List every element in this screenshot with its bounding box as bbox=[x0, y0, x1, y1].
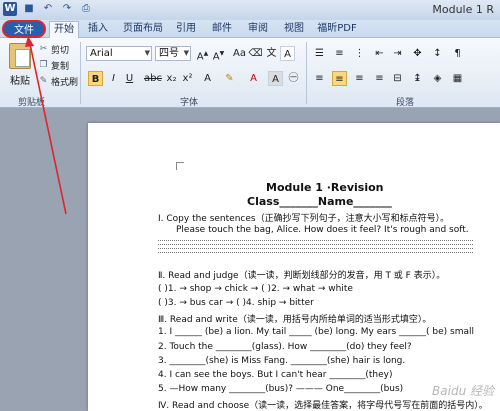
font-size-value: 四号 bbox=[159, 48, 179, 59]
ribbon: 粘贴 ✂ 剪切 ❐ 复制 ✎ 格式刷 剪贴板 Arial ▼ 四号 ▼ A▲ A… bbox=[0, 38, 500, 108]
crop-mark bbox=[176, 162, 184, 170]
doc-section-1-sentence: Please touch the bag, Alice. How does it… bbox=[176, 225, 469, 235]
group-divider bbox=[306, 42, 307, 104]
font-name-value: Arial bbox=[90, 48, 113, 59]
doc-section-3: Ⅲ. Read and write（读一读，用括号内所给单词的适当形式填空）。 bbox=[158, 315, 432, 325]
doc-section-2: Ⅱ. Read and judge（读一读，判断划线部分的发音，用 T 或 F … bbox=[158, 271, 446, 281]
ribbon-tabs: 文件 开始 插入 页面布局 引用 邮件 审阅 视图 福昕PDF bbox=[0, 20, 500, 38]
bold-icon[interactable]: B bbox=[88, 71, 103, 86]
show-marks-icon[interactable]: ¶ bbox=[450, 46, 465, 61]
doc-question-2: 2. Touch the ________(glass). How ______… bbox=[158, 342, 412, 352]
highlight-icon[interactable]: ✎ bbox=[222, 71, 237, 86]
tab-mailings[interactable]: 邮件 bbox=[208, 21, 236, 38]
subscript-icon[interactable]: x₂ bbox=[164, 71, 179, 86]
quick-access-toolbar: W ■ ↶ ↷ ⎙ bbox=[3, 2, 93, 16]
paragraph-group-label: 段落 bbox=[396, 98, 415, 108]
strikethrough-icon[interactable]: abc bbox=[144, 71, 162, 86]
scissors-icon: ✂ bbox=[39, 43, 48, 54]
change-case-icon[interactable]: Aa bbox=[232, 46, 247, 61]
word-logo-icon[interactable]: W bbox=[3, 2, 17, 16]
decrease-indent-icon[interactable]: ⇤ bbox=[372, 46, 387, 61]
watermark: Baidu 经验 bbox=[432, 384, 494, 398]
document-page[interactable] bbox=[88, 123, 500, 411]
doc-question-3: 3. ________(she) is Miss Fang. ________(… bbox=[158, 356, 406, 366]
font-size-select[interactable]: 四号 ▼ bbox=[155, 46, 191, 61]
writing-line bbox=[158, 244, 473, 245]
writing-line bbox=[158, 248, 473, 249]
paste-icon bbox=[9, 43, 31, 69]
phonetic-guide-icon[interactable]: 文 bbox=[264, 46, 279, 61]
sort-icon[interactable]: ↕ bbox=[430, 46, 445, 61]
shrink-font-icon[interactable]: A▼ bbox=[211, 46, 226, 62]
print-icon[interactable]: ⎙ bbox=[79, 2, 93, 16]
doc-question-5: 5. —How many ________(bus)? ——— One_____… bbox=[158, 384, 404, 394]
align-left-icon[interactable]: ≡ bbox=[312, 71, 327, 86]
copy-label: 复制 bbox=[51, 61, 70, 72]
align-right-icon[interactable]: ≡ bbox=[352, 71, 367, 86]
title-bar: W ■ ↶ ↷ ⎙ Module 1 R bbox=[0, 0, 500, 20]
window-title: Module 1 R bbox=[432, 3, 494, 16]
clear-format-icon[interactable]: ⌫ bbox=[248, 46, 263, 61]
tab-insert[interactable]: 插入 bbox=[84, 21, 112, 38]
cut-button[interactable]: ✂ 剪切 bbox=[38, 42, 69, 56]
undo-icon[interactable]: ↶ bbox=[41, 2, 55, 16]
align-center-icon[interactable]: ≡ bbox=[332, 71, 347, 86]
line-spacing-icon[interactable]: ↨ bbox=[410, 71, 425, 86]
shading-icon[interactable]: ◈ bbox=[430, 71, 445, 86]
doc-section-2-row-2: ( )3. → bus car → ( )4. ship → bitter bbox=[158, 298, 314, 308]
grow-font-icon[interactable]: A▲ bbox=[195, 46, 210, 62]
writing-line bbox=[158, 240, 473, 241]
enclose-char-icon[interactable]: ㊀ bbox=[286, 71, 301, 86]
borders-icon[interactable]: ▦ bbox=[450, 71, 465, 86]
tab-home[interactable]: 开始 bbox=[49, 21, 79, 38]
save-icon[interactable]: ■ bbox=[22, 2, 36, 16]
char-border-icon[interactable]: A bbox=[280, 46, 295, 61]
paste-button[interactable]: 粘贴 bbox=[5, 43, 35, 91]
tab-references[interactable]: 引用 bbox=[172, 21, 200, 38]
cut-label: 剪切 bbox=[51, 45, 70, 56]
italic-icon[interactable]: I bbox=[106, 71, 121, 86]
brush-icon: ✎ bbox=[39, 75, 48, 86]
justify-icon[interactable]: ≡ bbox=[372, 71, 387, 86]
chevron-down-icon: ▼ bbox=[183, 49, 189, 57]
copy-icon: ❐ bbox=[39, 59, 48, 70]
format-painter-label: 格式刷 bbox=[51, 77, 79, 88]
doc-section-4: Ⅳ. Read and choose（读一读，选择最佳答案，将字母代号写在前面的… bbox=[158, 401, 488, 411]
underline-icon[interactable]: U bbox=[122, 71, 137, 86]
doc-class-line: Class_______Name_______ bbox=[247, 195, 392, 208]
multilevel-list-icon[interactable]: ⋮ bbox=[352, 46, 367, 61]
tab-view[interactable]: 视图 bbox=[280, 21, 308, 38]
writing-line bbox=[158, 252, 473, 253]
doc-question-1: 1. I ______ (be) a lion. My tail _____ (… bbox=[158, 327, 474, 337]
text-effects-icon[interactable]: A bbox=[200, 71, 215, 86]
paste-label: 粘贴 bbox=[10, 76, 30, 87]
doc-title: Module 1 ·Revision bbox=[266, 181, 384, 194]
redo-icon[interactable]: ↷ bbox=[60, 2, 74, 16]
char-shading-icon[interactable]: A bbox=[268, 71, 283, 86]
format-painter-button[interactable]: ✎ 格式刷 bbox=[38, 74, 78, 88]
clipboard-group-label: 剪贴板 bbox=[18, 98, 46, 108]
copy-button[interactable]: ❐ 复制 bbox=[38, 58, 69, 72]
font-color-icon[interactable]: A bbox=[246, 71, 261, 86]
font-group-label: 字体 bbox=[180, 98, 199, 108]
doc-section-1: Ⅰ. Copy the sentences（正确抄写下列句子，注意大小写和标点符… bbox=[158, 214, 450, 224]
distribute-icon[interactable]: ⊟ bbox=[390, 71, 405, 86]
group-divider bbox=[80, 42, 81, 104]
bullets-icon[interactable]: ☰ bbox=[312, 46, 327, 61]
increase-indent-icon[interactable]: ⇥ bbox=[390, 46, 405, 61]
chevron-down-icon: ▼ bbox=[144, 49, 150, 57]
numbering-icon[interactable]: ≡ bbox=[332, 46, 347, 61]
doc-section-2-row-1: ( )1. → shop → chick → ( )2. → what → wh… bbox=[158, 284, 353, 294]
tab-foxit-pdf[interactable]: 福昕PDF bbox=[314, 21, 360, 38]
doc-question-4: 4. I can see the boys. But I can't hear … bbox=[158, 370, 393, 380]
font-name-select[interactable]: Arial ▼ bbox=[86, 46, 152, 61]
tab-file[interactable]: 文件 bbox=[2, 20, 46, 38]
superscript-icon[interactable]: x² bbox=[180, 71, 195, 86]
chinese-layout-icon[interactable]: ✥ bbox=[410, 46, 425, 61]
tab-page-layout[interactable]: 页面布局 bbox=[118, 21, 168, 38]
tab-review[interactable]: 审阅 bbox=[244, 21, 272, 38]
